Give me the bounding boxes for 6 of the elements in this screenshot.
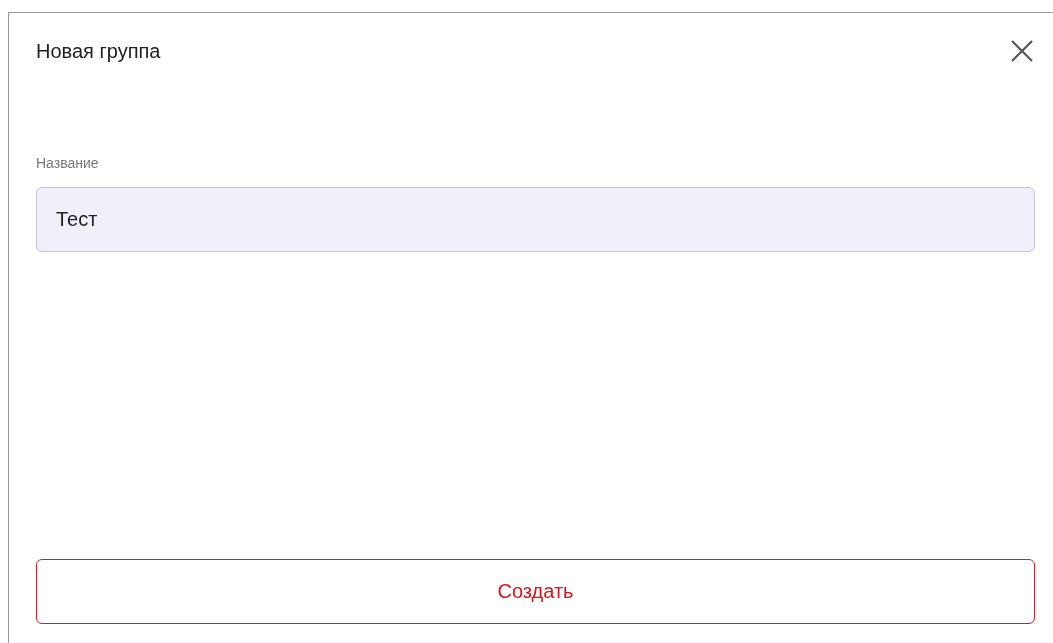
dialog-title: Новая группа [36,39,161,63]
field-label: Название [36,155,100,171]
create-button[interactable]: Создать [36,559,1035,624]
close-button[interactable] [1009,38,1035,64]
close-icon [1010,39,1034,63]
name-field[interactable]: Тест [36,187,1035,252]
